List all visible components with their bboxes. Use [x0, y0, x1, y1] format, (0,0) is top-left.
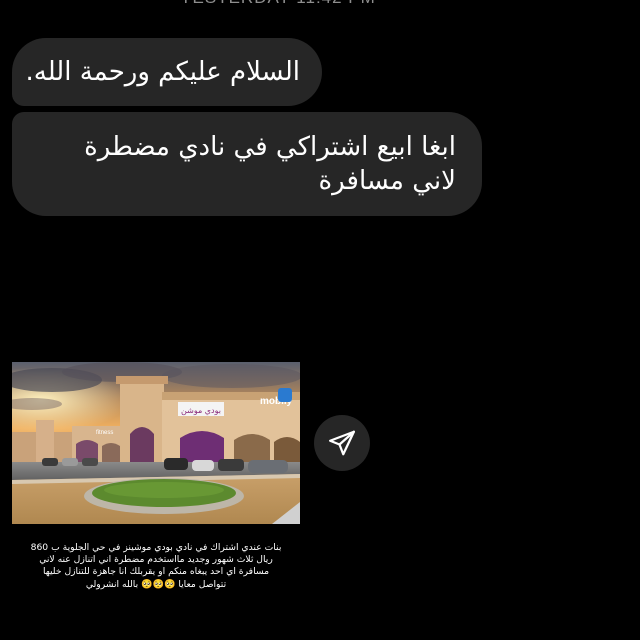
shared-story-image[interactable]: بودي موشن mobily fitness [12, 362, 300, 524]
caption-line: بنات عندي اشتراك في نادي بودي موشينز في … [30, 542, 282, 553]
message-text: ابغا ابيع اشتراكي في نادي مضطرة لاني مسا… [84, 132, 456, 196]
dm-thread: YESTERDAY 11:42 PM السلام عليكم ورحمة ال… [0, 0, 640, 640]
message-bubble-greeting[interactable]: السلام عليكم ورحمة الله. [12, 38, 322, 106]
gym-sign: بودي موشن [181, 406, 221, 415]
caption-line: مسافرة اي احد يبغاه منكم او يقربلك انا ج… [43, 566, 269, 578]
story-caption: بنات عندي اشتراك في نادي بودي موشينز في … [12, 542, 300, 591]
caption-line: تتواصل معايا 🥺🥺🥺 بالله انشرولي [85, 578, 227, 590]
paper-plane-icon [329, 430, 355, 456]
share-button[interactable] [314, 415, 370, 471]
message-timestamp: YESTERDAY 11:42 PM [0, 0, 556, 8]
message-bubble-sale[interactable]: ابغا ابيع اشتراكي في نادي مضطرة لاني مسا… [12, 112, 482, 216]
message-text: السلام عليكم ورحمة الله. [25, 57, 301, 87]
caption-line: ريال ثلاث شهور وجديد مااستخدم مضطرة اني … [39, 554, 273, 566]
mall-photo: بودي موشن mobily fitness [12, 362, 300, 524]
left-sign: fitness [96, 430, 113, 436]
